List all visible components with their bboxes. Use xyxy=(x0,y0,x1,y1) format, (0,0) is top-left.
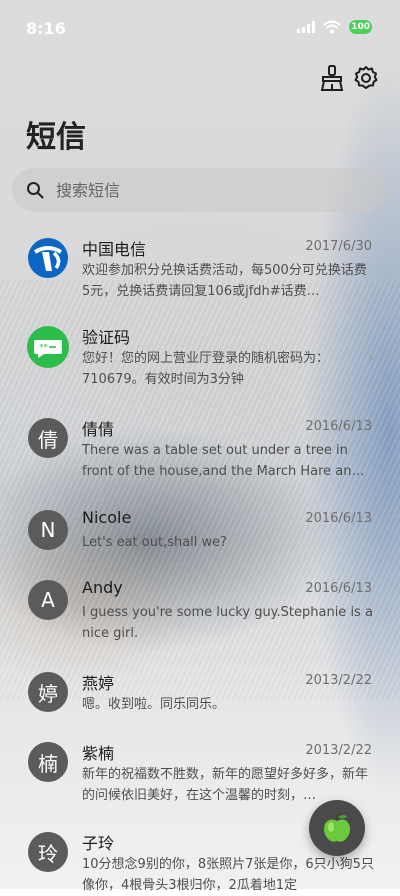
avatar: N xyxy=(28,510,68,550)
message-date: 2013/2/22 xyxy=(305,673,372,688)
contact-name: Andy xyxy=(82,578,123,597)
message-date: 2016/6/13 xyxy=(305,581,372,596)
gear-icon[interactable] xyxy=(352,64,380,92)
contact-name: 倩倩 xyxy=(82,420,115,439)
contact-name: Nicole xyxy=(82,508,132,527)
avatar: A xyxy=(28,580,68,620)
contact-name: 子玲 xyxy=(82,834,115,853)
svg-text:**: ** xyxy=(39,343,49,353)
message-date: 2016/6/13 xyxy=(305,511,372,526)
message-snippet: Let's eat out,shall we? xyxy=(82,535,228,550)
message-list: 中国电信 2017/6/30 欢迎参加积分兑换话费活动，每500分可兑换话费5元… xyxy=(0,228,400,893)
broom-icon[interactable] xyxy=(318,64,346,92)
status-time: 8:16 xyxy=(26,19,66,38)
china-telecom-logo-icon xyxy=(28,238,68,278)
message-row[interactable]: N Nicole 2016/6/13 Let's eat out,shall w… xyxy=(0,500,400,570)
signal-icon xyxy=(297,21,316,33)
status-icons: 100 xyxy=(297,20,372,34)
message-snippet: There was a table set out under a tree i… xyxy=(82,443,365,479)
message-row[interactable]: 中国电信 2017/6/30 欢迎参加积分兑换话费活动，每500分可兑换话费5元… xyxy=(0,228,400,316)
message-date: 2016/6/13 xyxy=(305,419,372,434)
message-snippet: 10分想念9别的你，8张照片7张是你，6只小狗5只像你，4根骨头3根归你，2瓜着… xyxy=(82,857,374,893)
message-row[interactable]: 婷 燕婷 2013/2/22 嗯。收到啦。同乐同乐。 xyxy=(0,662,400,732)
message-snippet: 您好！您的网上营业厅登录的随机密码为：710679。有效时间为3分钟 xyxy=(82,351,330,387)
verification-code-icon: ** xyxy=(27,326,69,368)
contact-name: 验证码 xyxy=(82,328,131,347)
search-bar[interactable] xyxy=(12,168,388,212)
avatar: 楠 xyxy=(28,742,68,782)
compose-fab-button[interactable] xyxy=(309,800,365,856)
contact-name: 中国电信 xyxy=(82,240,147,259)
message-snippet: 欢迎参加积分兑换话费活动，每500分可兑换话费5元，兑换话费请回复106或jfd… xyxy=(82,263,367,299)
green-apple-icon xyxy=(324,812,350,842)
message-row[interactable]: ** 验证码 › 您好！您的网上营业厅登录的随机密码为：710679。有效时间为… xyxy=(0,316,400,408)
status-bar: 8:16 100 xyxy=(0,0,400,56)
message-snippet: 嗯。收到啦。同乐同乐。 xyxy=(82,697,226,712)
search-input[interactable] xyxy=(54,179,358,201)
message-row[interactable]: A Andy 2016/6/13 I guess you're some luc… xyxy=(0,570,400,662)
avatar: 婷 xyxy=(28,672,68,712)
page-title: 短信 xyxy=(26,120,86,155)
avatar: 倩 xyxy=(28,418,68,458)
message-row[interactable]: 倩 倩倩 2016/6/13 There was a table set out… xyxy=(0,408,400,500)
contact-name: 燕婷 xyxy=(82,674,115,693)
message-date: 2013/2/22 xyxy=(305,743,372,758)
contact-name: 紫楠 xyxy=(82,744,115,763)
battery-badge: 100 xyxy=(349,20,372,34)
avatar: 玲 xyxy=(28,832,68,872)
message-date: 2017/6/30 xyxy=(305,239,372,254)
message-snippet: I guess you're some lucky guy.Stephanie … xyxy=(82,605,373,641)
search-icon xyxy=(27,182,44,199)
wifi-icon xyxy=(323,20,341,34)
